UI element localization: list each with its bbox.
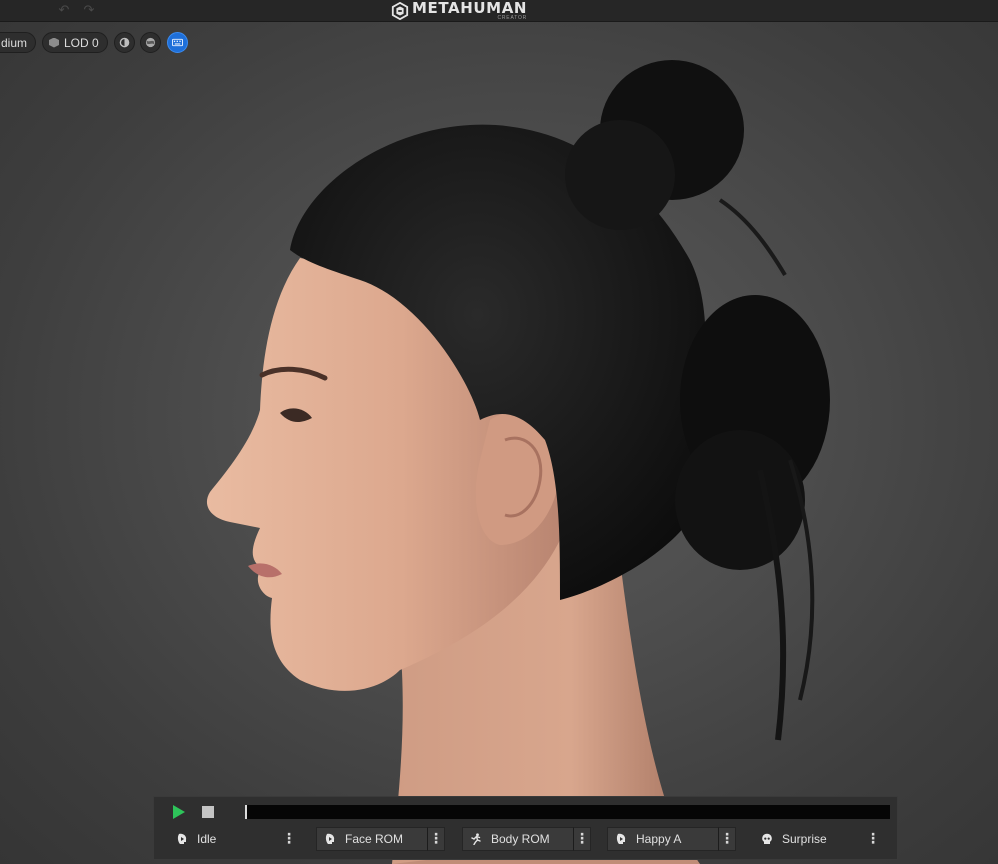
animation-label: Happy A	[636, 832, 682, 846]
animation-slot-happy-a: Happy A ⋮	[607, 827, 736, 851]
face-icon	[616, 833, 626, 844]
animation-surprise-button[interactable]: Surprise	[754, 827, 864, 851]
animation-idle-button[interactable]: Idle	[169, 827, 280, 851]
undo-icon[interactable]: ↶	[56, 3, 72, 19]
more-options-icon[interactable]: ⋮	[427, 827, 445, 851]
cube-icon	[49, 37, 59, 48]
keyboard-icon	[172, 38, 183, 47]
running-figure-icon	[471, 833, 481, 845]
light-rig-icon	[119, 37, 130, 48]
redo-icon[interactable]: ↷	[81, 3, 97, 19]
animation-face-rom-button[interactable]: Face ROM	[316, 827, 427, 851]
background-icon	[145, 37, 156, 48]
more-options-icon[interactable]: ⋮	[718, 827, 736, 851]
animation-label: Body ROM	[491, 832, 550, 846]
background-button[interactable]	[140, 32, 161, 53]
animation-label: Surprise	[782, 832, 827, 846]
metahuman-logo: METAHUMAN CREATOR	[391, 1, 527, 21]
brand-subtitle: CREATOR	[497, 15, 528, 21]
lod-label: LOD 0	[64, 35, 99, 50]
more-options-icon[interactable]: ⋮	[573, 827, 591, 851]
face-icon	[325, 833, 335, 844]
more-options-icon[interactable]: ⋮	[864, 827, 882, 851]
animation-happy-a-button[interactable]: Happy A	[607, 827, 718, 851]
play-icon[interactable]	[171, 805, 185, 819]
light-rig-button[interactable]	[114, 32, 135, 53]
animation-slot-surprise: Surprise ⋮	[754, 827, 882, 851]
brand-name: METAHUMAN	[412, 0, 528, 17]
metahuman-logo-icon	[391, 2, 409, 20]
face-icon	[177, 833, 187, 844]
animation-slot-idle: Idle ⋮	[169, 827, 298, 851]
metahuman-portrait	[206, 60, 830, 864]
playhead[interactable]	[245, 805, 247, 819]
skull-icon	[762, 833, 772, 844]
animation-label: Face ROM	[345, 832, 404, 846]
animation-body-rom-button[interactable]: Body ROM	[462, 827, 573, 851]
animation-slot-body-rom: Body ROM ⋮	[462, 827, 591, 851]
animation-playback-panel: Idle ⋮ Face ROM ⋮ Body ROM ⋮ Happy A ⋮ S…	[153, 796, 898, 860]
more-options-icon[interactable]: ⋮	[280, 827, 298, 851]
animation-slot-face-rom: Face ROM ⋮	[316, 827, 445, 851]
lod-dropdown[interactable]: LOD 0	[42, 32, 108, 53]
stop-icon[interactable]	[202, 806, 214, 818]
timeline-scrubber[interactable]	[245, 805, 890, 819]
render-quality-label: dium	[1, 35, 28, 50]
render-quality-dropdown[interactable]: dium	[0, 32, 36, 53]
title-bar: ↶ ↷ METAHUMAN CREATOR	[0, 0, 998, 22]
keyboard-button[interactable]	[167, 32, 188, 53]
animation-label: Idle	[197, 832, 217, 846]
